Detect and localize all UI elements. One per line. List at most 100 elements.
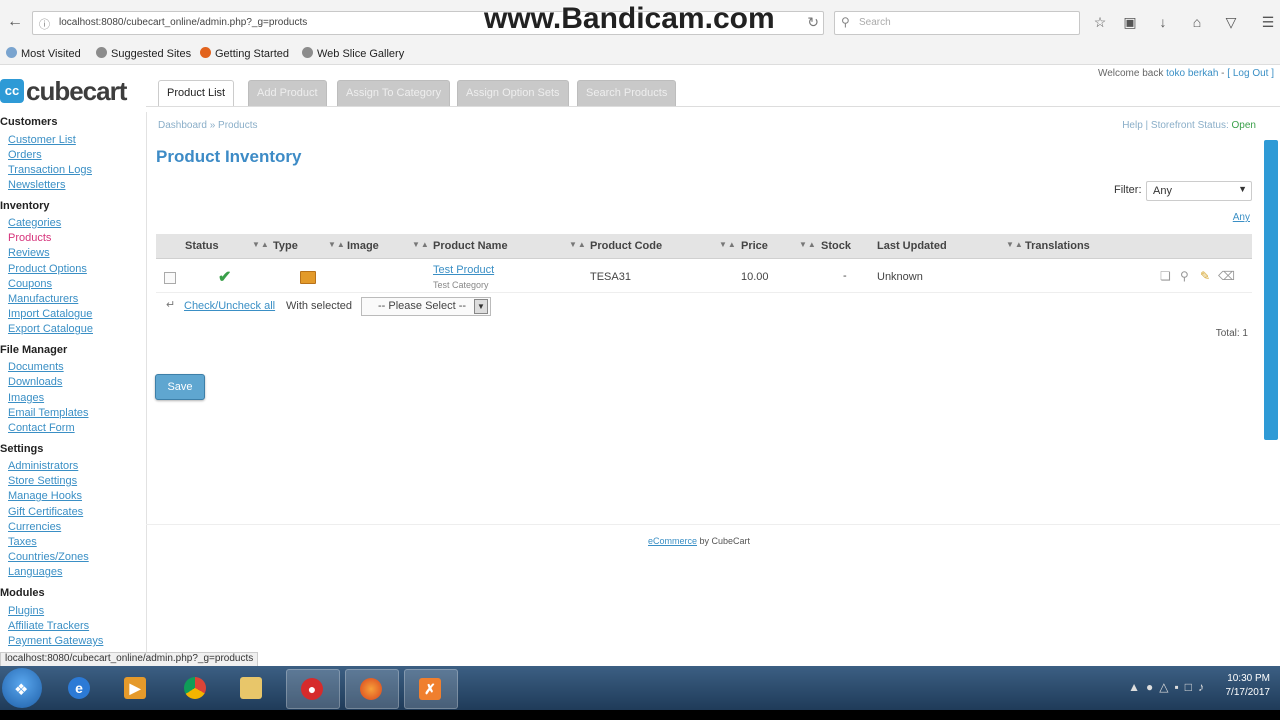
sidebar-item-reviews[interactable]: Reviews [8, 247, 50, 259]
bookmark-most-visited[interactable]: Most Visited [6, 47, 81, 60]
sidebar-item-languages[interactable]: Languages [8, 566, 62, 578]
info-icon[interactable]: ⓘ [39, 16, 50, 32]
bookmark-star-icon[interactable]: ☆ [1090, 13, 1110, 31]
sidebar-heading-file-manager: File Manager [0, 344, 68, 356]
delete-icon[interactable]: ⌫ [1218, 269, 1235, 283]
taskbar-chrome[interactable] [170, 669, 222, 707]
menu-icon[interactable]: ☰ [1258, 13, 1278, 31]
save-button[interactable]: Save [155, 374, 205, 400]
page-title: Product Inventory [156, 147, 302, 166]
sort-icon[interactable]: ▼▲ [252, 240, 270, 249]
sort-icon[interactable]: ▼▲ [1006, 240, 1024, 249]
product-name-link[interactable]: Test Product [433, 264, 494, 276]
taskbar-explorer[interactable] [226, 669, 278, 707]
tab-divider [146, 106, 1280, 107]
tab-search-products[interactable]: Search Products [577, 80, 677, 107]
sidebar-item-email-templates[interactable]: Email Templates [8, 407, 89, 419]
sidebar-item-administrators[interactable]: Administrators [8, 460, 78, 472]
column-product-name[interactable]: Product Name [433, 240, 508, 252]
column-image[interactable]: Image [347, 240, 379, 252]
clone-icon[interactable]: ❏ [1160, 269, 1171, 283]
sort-icon[interactable]: ▼▲ [328, 240, 346, 249]
bookmark-web-slice-gallery[interactable]: Web Slice Gallery [302, 47, 404, 60]
logout-link[interactable]: [ Log Out ] [1227, 68, 1274, 79]
clock[interactable]: 10:30 PM 7/17/2017 [1226, 672, 1271, 700]
sidebar-item-categories[interactable]: Categories [8, 217, 61, 229]
column-price[interactable]: Price [741, 240, 768, 252]
taskbar-media[interactable]: ▶ [110, 669, 162, 707]
sidebar-item-payment-gateways[interactable]: Payment Gateways [8, 635, 103, 647]
tab-assign-to-category[interactable]: Assign To Category [337, 80, 451, 107]
taskbar-xampp[interactable]: ✗ [404, 669, 458, 709]
sidebar-item-downloads[interactable]: Downloads [8, 376, 62, 388]
sidebar-item-import-catalogue[interactable]: Import Catalogue [8, 308, 92, 320]
sidebar-item-product-options[interactable]: Product Options [8, 263, 87, 275]
taskbar-firefox[interactable] [345, 669, 399, 709]
product-last-updated: Unknown [877, 271, 923, 283]
sidebar-item-products[interactable]: Products [8, 232, 51, 244]
sidebar-item-affiliate-trackers[interactable]: Affiliate Trackers [8, 620, 89, 632]
sidebar-item-customer-list[interactable]: Customer List [8, 134, 76, 146]
sort-icon[interactable]: ▼▲ [412, 240, 430, 249]
sidebar-item-newsletters[interactable]: Newsletters [8, 179, 65, 191]
library-icon[interactable]: ▣ [1120, 13, 1140, 31]
check-uncheck-all-link[interactable]: Check/Uncheck all [184, 300, 275, 312]
back-arrow-icon[interactable]: ← [6, 13, 24, 31]
start-button[interactable]: ❖ [2, 668, 42, 708]
home-icon[interactable]: ⌂ [1187, 13, 1207, 31]
pocket-icon[interactable]: ▽ [1221, 13, 1241, 31]
clock-time: 10:30 PM [1227, 673, 1270, 684]
system-tray[interactable]: ▲●△▪□♪ [1128, 680, 1210, 694]
bulk-action-select[interactable]: -- Please Select -- ▼ [361, 297, 491, 316]
row-checkbox[interactable] [164, 272, 176, 284]
tab-product-list[interactable]: Product List [158, 80, 235, 106]
filter-select[interactable]: Any ▼ [1146, 181, 1252, 201]
sidebar-item-manufacturers[interactable]: Manufacturers [8, 293, 78, 305]
sort-icon[interactable]: ▼▲ [569, 240, 587, 249]
ecommerce-link[interactable]: eCommerce [648, 536, 697, 546]
sidebar-item-documents[interactable]: Documents [8, 361, 64, 373]
logo-text: cubecart [26, 76, 127, 106]
status-check-icon[interactable]: ✔ [218, 267, 231, 287]
sort-icon[interactable]: ▼▲ [799, 240, 817, 249]
sidebar-item-transaction-logs[interactable]: Transaction Logs [8, 164, 92, 176]
bookmark-suggested-sites[interactable]: Suggested Sites [96, 47, 191, 60]
sidebar-item-gift-certificates[interactable]: Gift Certificates [8, 506, 83, 518]
sidebar-item-currencies[interactable]: Currencies [8, 521, 61, 533]
sidebar-item-plugins[interactable]: Plugins [8, 605, 44, 617]
sort-icon[interactable]: ▼▲ [719, 240, 737, 249]
sidebar-item-manage-hooks[interactable]: Manage Hooks [8, 490, 82, 502]
edit-icon[interactable]: ✎ [1200, 269, 1210, 283]
download-icon[interactable]: ↓ [1153, 13, 1173, 31]
help-link[interactable]: Help [1122, 120, 1143, 131]
taskbar-ie[interactable]: e [54, 669, 106, 707]
column-product-code[interactable]: Product Code [590, 240, 662, 252]
user-link[interactable]: toko berkah [1166, 68, 1218, 79]
search-icon: ⚲ [841, 15, 850, 29]
sidebar-item-contact-form[interactable]: Contact Form [8, 422, 75, 434]
tab-add-product[interactable]: Add Product [248, 80, 327, 107]
bookmark-getting-started[interactable]: Getting Started [200, 47, 289, 60]
sidebar-heading-settings: Settings [0, 443, 44, 455]
any-link[interactable]: Any [1233, 212, 1250, 223]
tab-assign-option-sets[interactable]: Assign Option Sets [457, 80, 569, 107]
sidebar-item-export-catalogue[interactable]: Export Catalogue [8, 323, 93, 335]
search-input[interactable]: ⚲ Search [834, 11, 1080, 35]
column-last-updated[interactable]: Last Updated [877, 240, 947, 252]
column-type[interactable]: Type [273, 240, 298, 252]
column-stock[interactable]: Stock [821, 240, 851, 252]
reload-icon[interactable]: ↻ [807, 14, 819, 31]
zoom-icon[interactable]: ⚲ [1180, 269, 1189, 283]
sidebar-item-countries-zones[interactable]: Countries/Zones [8, 551, 89, 563]
taskbar-bandicam[interactable]: ● [286, 669, 340, 709]
breadcrumb[interactable]: Dashboard » Products [158, 120, 258, 131]
sidebar-item-taxes[interactable]: Taxes [8, 536, 37, 548]
sidebar-item-coupons[interactable]: Coupons [8, 278, 52, 290]
sidebar-item-images[interactable]: Images [8, 392, 44, 404]
clock-date: 7/17/2017 [1225, 687, 1271, 698]
sidebar-heading-modules: Modules [0, 587, 45, 599]
column-status[interactable]: Status [185, 240, 219, 252]
vertical-scrollbar[interactable] [1264, 140, 1278, 440]
sidebar-item-orders[interactable]: Orders [8, 149, 42, 161]
sidebar-item-store-settings[interactable]: Store Settings [8, 475, 77, 487]
